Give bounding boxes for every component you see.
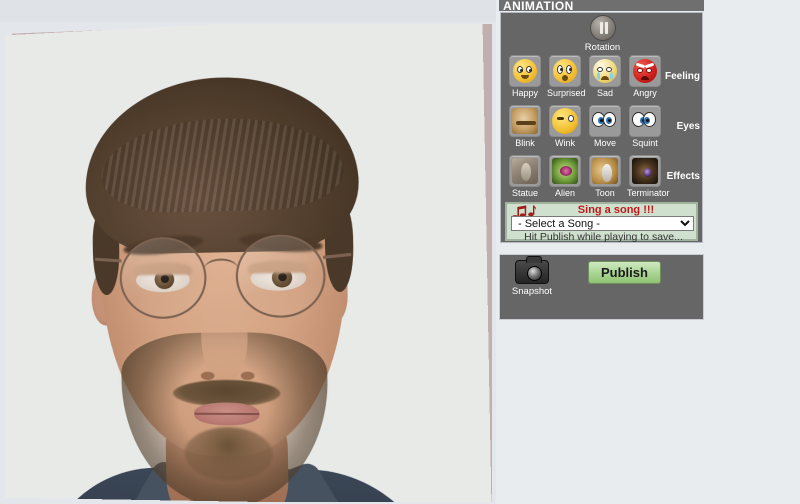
- nostril-right: [240, 371, 255, 380]
- nose: [200, 286, 249, 382]
- effect-surprised-label: Surprised: [547, 88, 586, 98]
- sing-a-song-title: Sing a song !!!: [577, 204, 655, 216]
- effect-happy[interactable]: Happy: [507, 55, 543, 98]
- happy-face-icon[interactable]: [509, 55, 541, 87]
- effect-move[interactable]: Move: [587, 105, 623, 148]
- hair: [83, 71, 360, 255]
- effect-surprised[interactable]: Surprised: [547, 55, 586, 98]
- effect-alien[interactable]: Alien: [547, 155, 583, 198]
- crying-face-icon[interactable]: [589, 55, 621, 87]
- moving-eyes-icon[interactable]: [589, 105, 621, 137]
- effect-toon[interactable]: Toon: [587, 155, 623, 198]
- song-hint: Hit Publish while playing to save...: [524, 231, 683, 243]
- effect-alien-label: Alien: [554, 188, 575, 198]
- pause-rotation-icon[interactable]: [589, 15, 616, 41]
- winking-face-icon[interactable]: [549, 105, 581, 137]
- effect-terminator-label: Terminator: [627, 188, 670, 198]
- feeling-row: Happy Surprised Sad Angry Feeling: [501, 55, 704, 105]
- animation-panel-title: ANIMATION: [503, 0, 574, 13]
- effect-angry-label: Angry: [633, 88, 657, 98]
- photo-plane[interactable]: [5, 24, 492, 502]
- effect-statue[interactable]: Statue: [507, 155, 543, 198]
- alien-eye-icon[interactable]: [549, 155, 581, 187]
- rotation-label: Rotation: [584, 42, 621, 53]
- eyes-category-label: Eyes: [676, 121, 700, 132]
- model-viewer[interactable]: Back: [0, 0, 496, 504]
- avatar-portrait: [5, 24, 492, 502]
- statue-face-icon[interactable]: [509, 155, 541, 187]
- app-root: Back: [0, 0, 800, 504]
- effect-wink-label: Wink: [555, 138, 575, 148]
- effect-happy-label: Happy: [511, 88, 538, 98]
- squinting-eyes-icon[interactable]: [629, 105, 661, 137]
- effect-toon-label: Toon: [595, 188, 615, 198]
- effect-statue-label: Statue: [511, 188, 539, 198]
- feeling-category-label: Feeling: [664, 71, 700, 82]
- effect-wink[interactable]: Wink: [547, 105, 583, 148]
- 3d-canvas[interactable]: [5, 24, 492, 502]
- effect-move-label: Move: [593, 138, 616, 148]
- effects-row: Statue Alien Toon Terminator Effects: [501, 155, 704, 205]
- song-select[interactable]: - Select a Song -: [511, 216, 694, 231]
- effect-blink[interactable]: Blink: [507, 105, 543, 148]
- effect-sad-label: Sad: [596, 88, 613, 98]
- eyes-row: Blink Wink Move Squint Eyes: [501, 105, 704, 155]
- effect-squint-label: Squint: [632, 138, 658, 148]
- snapshot-button[interactable]: Snapshot: [510, 256, 554, 297]
- top-toolbar: [0, 0, 496, 22]
- effect-sad[interactable]: Sad: [587, 55, 623, 98]
- effect-squint[interactable]: Squint: [627, 105, 663, 148]
- nostril-left: [200, 371, 215, 380]
- camera-icon[interactable]: [515, 256, 549, 284]
- terminator-eye-icon[interactable]: [629, 155, 661, 187]
- toon-eye-icon[interactable]: [589, 155, 621, 187]
- angry-face-icon[interactable]: [629, 55, 661, 87]
- rotation-control[interactable]: Rotation: [501, 15, 704, 53]
- publish-panel: Snapshot Publish: [499, 254, 704, 320]
- snapshot-label: Snapshot: [511, 286, 553, 297]
- effect-angry[interactable]: Angry: [627, 55, 663, 98]
- blink-eye-icon[interactable]: [509, 105, 541, 137]
- effects-category-label: Effects: [666, 171, 700, 182]
- effect-blink-label: Blink: [515, 138, 535, 148]
- effect-terminator[interactable]: Terminator: [627, 155, 670, 198]
- publish-button[interactable]: Publish: [588, 261, 661, 284]
- sing-a-song-panel: Sing a song !!! - Select a Song - Hit Pu…: [505, 202, 698, 243]
- mouth-line: [194, 412, 260, 416]
- surprised-face-icon[interactable]: [549, 55, 581, 87]
